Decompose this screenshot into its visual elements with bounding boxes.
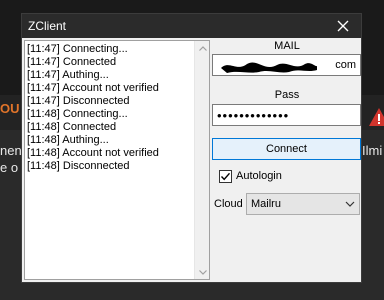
window-title: ZClient [28, 19, 67, 33]
log-list[interactable]: [11:47] Connecting... [11:47] Connected … [24, 40, 210, 280]
warning-icon [369, 108, 384, 126]
pass-label: Pass [274, 89, 300, 101]
mail-label: MAIL [274, 40, 300, 52]
mail-value: com [335, 59, 356, 71]
background-text: nen [0, 143, 22, 158]
background-text: Ilmi [362, 143, 383, 158]
autologin-label: Autologin [236, 170, 282, 182]
scroll-up-arrow-icon[interactable] [195, 41, 210, 55]
cloud-select-value: Mailru [251, 198, 281, 210]
mail-field[interactable]: com [212, 54, 361, 76]
scroll-down-arrow-icon[interactable] [195, 265, 210, 279]
autologin-checkbox[interactable] [219, 170, 232, 183]
log-line: [11:47] Disconnected [27, 95, 130, 107]
password-value: ••••••••••••• [217, 108, 290, 123]
cloud-select[interactable]: Mailru [246, 193, 360, 215]
log-line: [11:48] Account not verified [27, 147, 159, 159]
connect-button[interactable]: Connect [212, 138, 361, 160]
redaction-scribble [221, 62, 317, 73]
log-scrollbar[interactable] [194, 41, 209, 279]
log-line: [11:47] Connecting... [27, 43, 128, 55]
password-field[interactable]: ••••••••••••• [212, 104, 361, 126]
dialog-body: [11:47] Connecting... [11:47] Connected … [22, 38, 361, 282]
checkmark-icon [220, 172, 231, 181]
background-text: OU [0, 101, 20, 116]
log-line: [11:48] Authing... [27, 134, 109, 146]
log-line: [11:47] Account not verified [27, 82, 159, 94]
chevron-down-icon [345, 201, 355, 207]
log-line: [11:48] Disconnected [27, 160, 130, 172]
log-line: [11:47] Authing... [27, 69, 109, 81]
background-text: e o [0, 160, 19, 175]
close-button[interactable] [325, 14, 361, 38]
log-lines: [11:47] Connecting... [11:47] Connected … [27, 43, 195, 173]
log-line: [11:48] Connected [27, 121, 117, 133]
close-icon [337, 20, 349, 32]
zclient-dialog: ZClient [11:47] Connecting... [11:47] Co… [21, 13, 362, 283]
log-line: [11:47] Connected [27, 56, 117, 68]
cloud-label: Cloud [214, 198, 243, 210]
title-bar[interactable]: ZClient [22, 14, 361, 38]
log-line: [11:48] Connecting... [27, 108, 128, 120]
